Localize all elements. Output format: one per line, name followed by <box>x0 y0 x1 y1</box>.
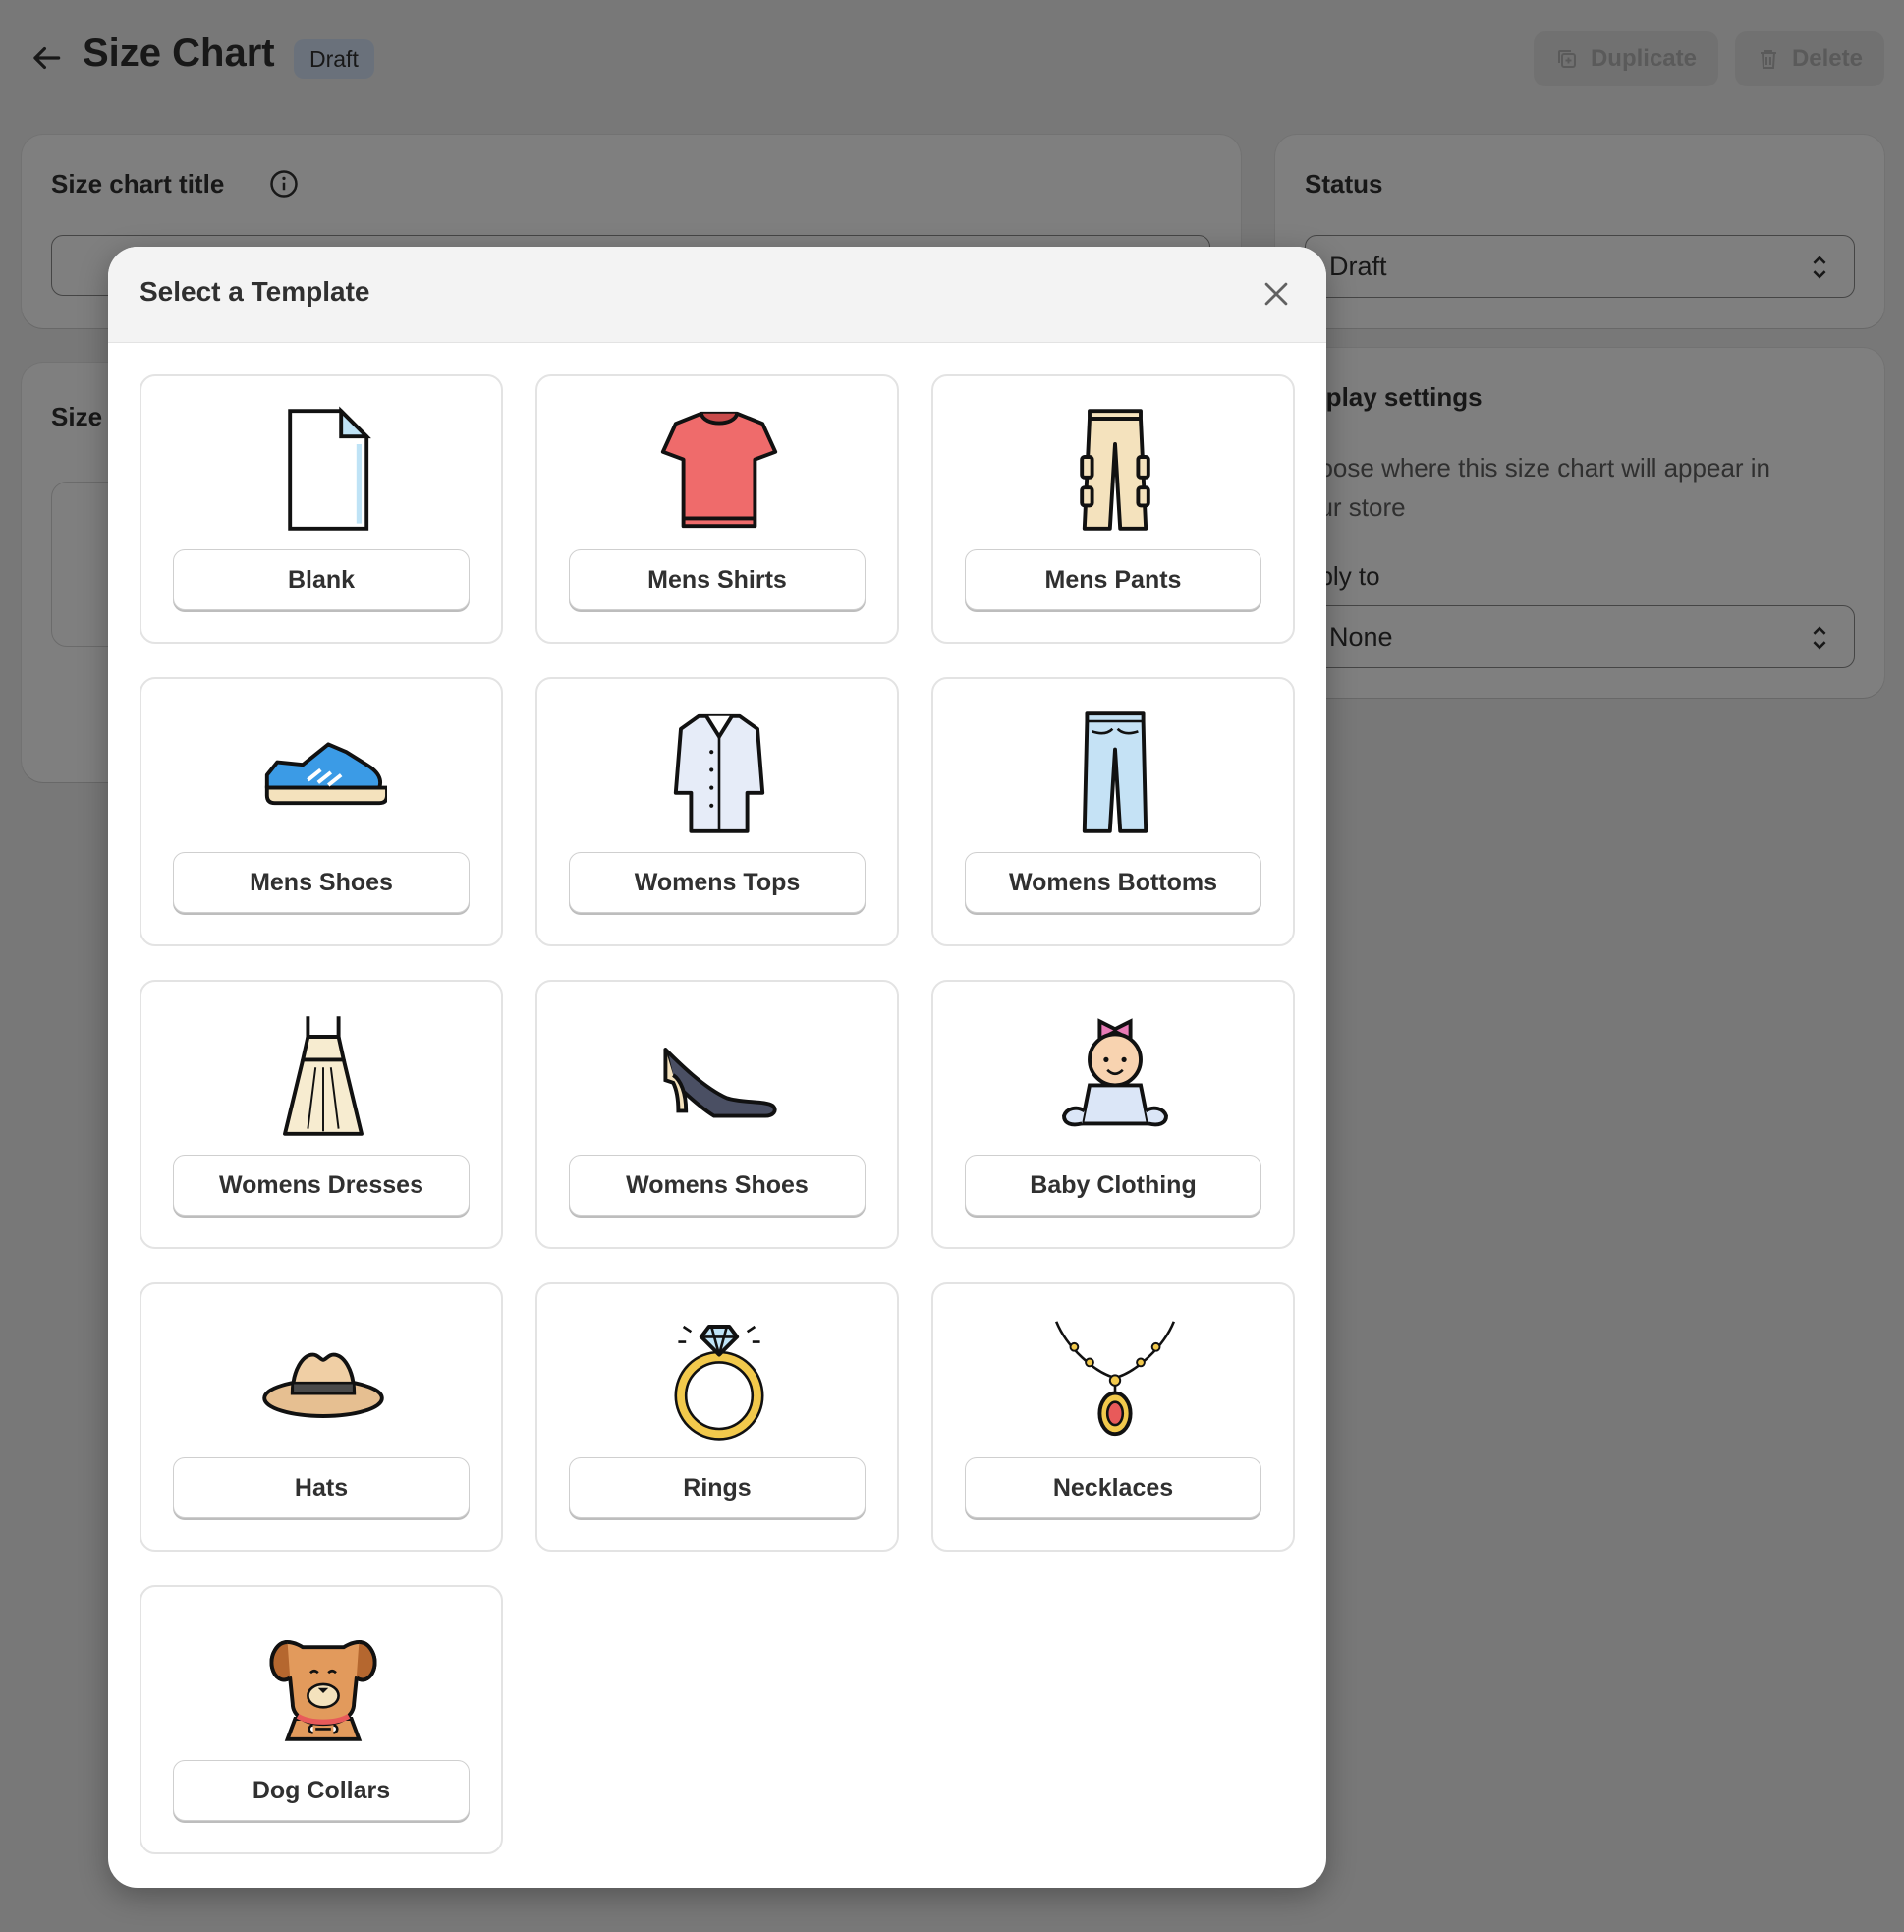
template-button-womens-dresses[interactable]: Womens Dresses <box>173 1155 470 1216</box>
template-button-mens-shirts[interactable]: Mens Shirts <box>569 549 866 610</box>
dog-icon <box>259 1617 387 1744</box>
template-tile-womens-dresses[interactable]: Womens Dresses <box>140 980 503 1249</box>
template-button-dog-collars[interactable]: Dog Collars <box>173 1760 470 1821</box>
template-tile-mens-shirts[interactable]: Mens Shirts <box>535 374 899 644</box>
template-tile-baby-clothing[interactable]: Baby Clothing <box>931 980 1295 1249</box>
template-tile-blank[interactable]: Blank <box>140 374 503 644</box>
ring-icon <box>655 1314 783 1442</box>
template-button-baby-clothing[interactable]: Baby Clothing <box>965 1155 1261 1216</box>
template-button-mens-shoes[interactable]: Mens Shoes <box>173 852 470 913</box>
template-tile-necklaces[interactable]: Necklaces <box>931 1282 1295 1552</box>
tshirt-icon <box>655 406 783 534</box>
template-button-hats[interactable]: Hats <box>173 1457 470 1518</box>
modal-header: Select a Template <box>108 247 1326 343</box>
template-tile-dog-collars[interactable]: Dog Collars <box>140 1585 503 1854</box>
baby-icon <box>1051 1011 1179 1139</box>
template-button-necklaces[interactable]: Necklaces <box>965 1457 1261 1518</box>
template-modal: Select a Template Blank Mens Shirts Mens… <box>108 247 1326 1888</box>
necklace-icon <box>1051 1314 1179 1442</box>
jeans-icon <box>1051 709 1179 836</box>
blouse-icon <box>655 709 783 836</box>
template-tile-mens-shoes[interactable]: Mens Shoes <box>140 677 503 946</box>
sneaker-icon <box>259 709 387 836</box>
template-button-womens-bottoms[interactable]: Womens Bottoms <box>965 852 1261 913</box>
template-button-womens-shoes[interactable]: Womens Shoes <box>569 1155 866 1216</box>
modal-title: Select a Template <box>140 276 370 307</box>
high-heel-icon <box>655 1011 783 1139</box>
template-button-mens-pants[interactable]: Mens Pants <box>965 549 1261 610</box>
template-tile-mens-pants[interactable]: Mens Pants <box>931 374 1295 644</box>
dress-icon <box>259 1011 387 1139</box>
template-button-rings[interactable]: Rings <box>569 1457 866 1518</box>
hat-icon <box>259 1314 387 1442</box>
template-tile-rings[interactable]: Rings <box>535 1282 899 1552</box>
template-tile-hats[interactable]: Hats <box>140 1282 503 1552</box>
template-tile-womens-tops[interactable]: Womens Tops <box>535 677 899 946</box>
cargo-pants-icon <box>1051 406 1179 534</box>
blank-page-icon <box>259 406 387 534</box>
template-tile-womens-bottoms[interactable]: Womens Bottoms <box>931 677 1295 946</box>
template-button-womens-tops[interactable]: Womens Tops <box>569 852 866 913</box>
template-tile-womens-shoes[interactable]: Womens Shoes <box>535 980 899 1249</box>
close-icon[interactable] <box>1260 277 1293 311</box>
template-button-blank[interactable]: Blank <box>173 549 470 610</box>
